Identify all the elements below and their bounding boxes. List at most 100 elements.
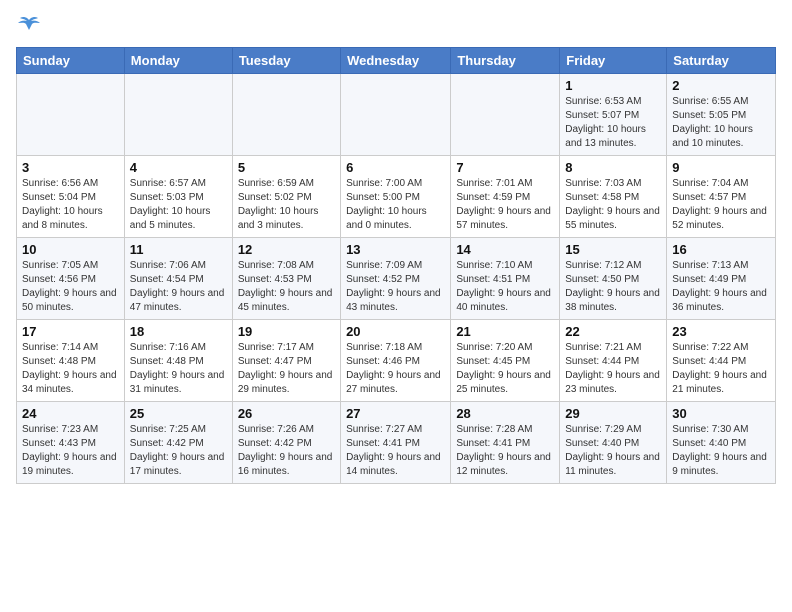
day-info: Sunrise: 7:21 AM Sunset: 4:44 PM Dayligh… [565,341,661,397]
day-info: Sunrise: 7:06 AM Sunset: 4:54 PM Dayligh… [130,259,227,315]
day-info: Sunrise: 7:04 AM Sunset: 4:57 PM Dayligh… [672,177,770,233]
day-number: 28 [456,406,554,421]
calendar-header-row: SundayMondayTuesdayWednesdayThursdayFrid… [17,48,776,74]
day-number: 21 [456,324,554,339]
day-number: 6 [346,160,445,175]
day-info: Sunrise: 7:16 AM Sunset: 4:48 PM Dayligh… [130,341,227,397]
calendar-cell: 20 Sunrise: 7:18 AM Sunset: 4:46 PM Dayli… [341,320,451,402]
day-number: 14 [456,242,554,257]
calendar-cell [17,74,125,156]
calendar-cell: 3 Sunrise: 6:56 AM Sunset: 5:04 PM Daylig… [17,156,125,238]
day-number: 29 [565,406,661,421]
calendar-cell: 15 Sunrise: 7:12 AM Sunset: 4:50 PM Dayli… [560,238,667,320]
day-of-week-header: Sunday [17,48,125,74]
day-number: 1 [565,78,661,93]
calendar-cell: 8 Sunrise: 7:03 AM Sunset: 4:58 PM Daylig… [560,156,667,238]
day-number: 30 [672,406,770,421]
calendar-cell: 7 Sunrise: 7:01 AM Sunset: 4:59 PM Daylig… [451,156,560,238]
day-number: 22 [565,324,661,339]
calendar-cell: 28 Sunrise: 7:28 AM Sunset: 4:41 PM Dayli… [451,402,560,484]
day-info: Sunrise: 7:09 AM Sunset: 4:52 PM Dayligh… [346,259,445,315]
day-number: 11 [130,242,227,257]
calendar-cell: 10 Sunrise: 7:05 AM Sunset: 4:56 PM Dayli… [17,238,125,320]
day-number: 17 [22,324,119,339]
day-of-week-header: Friday [560,48,667,74]
day-info: Sunrise: 7:05 AM Sunset: 4:56 PM Dayligh… [22,259,119,315]
day-of-week-header: Tuesday [232,48,340,74]
day-of-week-header: Saturday [667,48,776,74]
calendar-cell: 9 Sunrise: 7:04 AM Sunset: 4:57 PM Daylig… [667,156,776,238]
day-info: Sunrise: 6:53 AM Sunset: 5:07 PM Dayligh… [565,95,661,151]
calendar-cell: 27Sunrise: 7:27 AM Sunset: 4:41 PM Dayli… [341,402,451,484]
calendar-cell: 12 Sunrise: 7:08 AM Sunset: 4:53 PM Dayli… [232,238,340,320]
day-info: Sunrise: 7:10 AM Sunset: 4:51 PM Dayligh… [456,259,554,315]
day-info: Sunrise: 7:13 AM Sunset: 4:49 PM Dayligh… [672,259,770,315]
calendar-cell: 18 Sunrise: 7:16 AM Sunset: 4:48 PM Dayli… [124,320,232,402]
day-number: 13 [346,242,445,257]
day-info: Sunrise: 6:57 AM Sunset: 5:03 PM Dayligh… [130,177,227,233]
calendar-cell: 24 Sunrise: 7:23 AM Sunset: 4:43 PM Dayli… [17,402,125,484]
day-info: Sunrise: 7:25 AM Sunset: 4:42 PM Dayligh… [130,423,227,479]
calendar-week-row: 1 Sunrise: 6:53 AM Sunset: 5:07 PM Daylig… [17,74,776,156]
calendar-cell: 11 Sunrise: 7:06 AM Sunset: 4:54 PM Dayli… [124,238,232,320]
day-number: 10 [22,242,119,257]
logo-bird-icon [18,16,40,39]
day-number: 26 [238,406,335,421]
day-info: Sunrise: 7:26 AM Sunset: 4:42 PM Dayligh… [238,423,335,479]
day-number: 8 [565,160,661,175]
day-info: Sunrise: 7:00 AM Sunset: 5:00 PM Dayligh… [346,177,445,233]
calendar-cell [124,74,232,156]
day-number: 12 [238,242,335,257]
day-of-week-header: Monday [124,48,232,74]
calendar-cell: 13 Sunrise: 7:09 AM Sunset: 4:52 PM Dayli… [341,238,451,320]
calendar-cell: 2 Sunrise: 6:55 AM Sunset: 5:05 PM Daylig… [667,74,776,156]
calendar-table: SundayMondayTuesdayWednesdayThursdayFrid… [16,47,776,484]
day-number: 25 [130,406,227,421]
day-info: Sunrise: 7:20 AM Sunset: 4:45 PM Dayligh… [456,341,554,397]
day-number: 7 [456,160,554,175]
day-info: Sunrise: 7:01 AM Sunset: 4:59 PM Dayligh… [456,177,554,233]
day-info: Sunrise: 6:55 AM Sunset: 5:05 PM Dayligh… [672,95,770,151]
day-info: Sunrise: 7:28 AM Sunset: 4:41 PM Dayligh… [456,423,554,479]
day-info: Sunrise: 7:23 AM Sunset: 4:43 PM Dayligh… [22,423,119,479]
day-info: Sunrise: 6:59 AM Sunset: 5:02 PM Dayligh… [238,177,335,233]
calendar-cell [232,74,340,156]
day-info: Sunrise: 7:18 AM Sunset: 4:46 PM Dayligh… [346,341,445,397]
day-info: Sunrise: 6:56 AM Sunset: 5:04 PM Dayligh… [22,177,119,233]
day-number: 19 [238,324,335,339]
day-info: Sunrise: 7:27 AM Sunset: 4:41 PM Dayligh… [346,423,445,479]
day-number: 2 [672,78,770,93]
calendar-week-row: 17 Sunrise: 7:14 AM Sunset: 4:48 PM Dayli… [17,320,776,402]
day-info: Sunrise: 7:03 AM Sunset: 4:58 PM Dayligh… [565,177,661,233]
day-info: Sunrise: 7:17 AM Sunset: 4:47 PM Dayligh… [238,341,335,397]
day-info: Sunrise: 7:12 AM Sunset: 4:50 PM Dayligh… [565,259,661,315]
day-of-week-header: Thursday [451,48,560,74]
calendar-cell: 29 Sunrise: 7:29 AM Sunset: 4:40 PM Dayli… [560,402,667,484]
calendar-cell: 21 Sunrise: 7:20 AM Sunset: 4:45 PM Dayli… [451,320,560,402]
calendar-cell: 26 Sunrise: 7:26 AM Sunset: 4:42 PM Dayli… [232,402,340,484]
calendar-cell: 22 Sunrise: 7:21 AM Sunset: 4:44 PM Dayli… [560,320,667,402]
day-number: 4 [130,160,227,175]
calendar-cell: 30Sunrise: 7:30 AM Sunset: 4:40 PM Dayli… [667,402,776,484]
day-number: 16 [672,242,770,257]
calendar-cell: 17 Sunrise: 7:14 AM Sunset: 4:48 PM Dayli… [17,320,125,402]
day-number: 24 [22,406,119,421]
day-info: Sunrise: 7:22 AM Sunset: 4:44 PM Dayligh… [672,341,770,397]
day-number: 3 [22,160,119,175]
day-info: Sunrise: 7:14 AM Sunset: 4:48 PM Dayligh… [22,341,119,397]
calendar-cell: 1 Sunrise: 6:53 AM Sunset: 5:07 PM Daylig… [560,74,667,156]
calendar-cell: 25 Sunrise: 7:25 AM Sunset: 4:42 PM Dayli… [124,402,232,484]
calendar-cell: 4 Sunrise: 6:57 AM Sunset: 5:03 PM Daylig… [124,156,232,238]
day-number: 9 [672,160,770,175]
day-info: Sunrise: 7:29 AM Sunset: 4:40 PM Dayligh… [565,423,661,479]
day-number: 15 [565,242,661,257]
day-number: 18 [130,324,227,339]
page-header [16,16,776,39]
calendar-cell: 5Sunrise: 6:59 AM Sunset: 5:02 PM Daylig… [232,156,340,238]
day-number: 23 [672,324,770,339]
calendar-cell: 14 Sunrise: 7:10 AM Sunset: 4:51 PM Dayli… [451,238,560,320]
day-number: 20 [346,324,445,339]
calendar-cell: 23 Sunrise: 7:22 AM Sunset: 4:44 PM Dayli… [667,320,776,402]
calendar-cell: 16 Sunrise: 7:13 AM Sunset: 4:49 PM Dayli… [667,238,776,320]
day-info: Sunrise: 7:08 AM Sunset: 4:53 PM Dayligh… [238,259,335,315]
